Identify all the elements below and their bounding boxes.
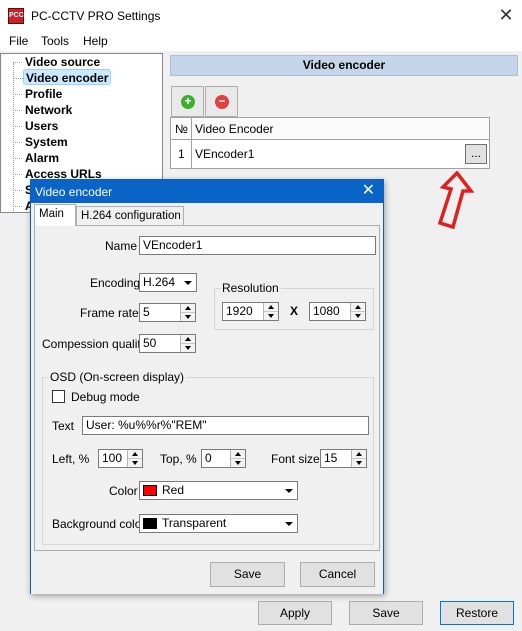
tree-item-network[interactable]: Network	[12, 102, 74, 118]
background-color-value: Transparent	[162, 516, 227, 530]
top-percent-label: Top, %	[160, 452, 197, 466]
tree-item-alarm[interactable]: Alarm	[12, 150, 61, 166]
spin-arrows-icon[interactable]	[351, 450, 366, 467]
left-percent-label: Left, %	[52, 452, 90, 466]
name-label: Name	[105, 239, 138, 253]
spin-arrows-icon[interactable]	[127, 450, 142, 467]
osd-text-input[interactable]: User: %u%%r%"REM"	[82, 416, 369, 435]
minus-circle-icon: −	[215, 95, 229, 109]
dialog-title-bar: Video encoder ✕	[31, 180, 383, 203]
column-header-video-encoder: Video Encoder	[195, 122, 274, 136]
resolution-width-value: 1920	[226, 304, 253, 318]
video-encoder-dialog: Video encoder ✕ Main H.264 configuration…	[30, 179, 384, 594]
resolution-legend: Resolution	[220, 281, 281, 295]
osd-group: OSD (On-screen display) Debug mode Text …	[42, 370, 374, 545]
debug-mode-checkbox[interactable]	[52, 390, 65, 403]
quality-value: 50	[143, 336, 157, 350]
plus-circle-icon: +	[181, 95, 195, 109]
spin-arrows-icon[interactable]	[180, 335, 195, 352]
resolution-width-spinner[interactable]: 1920	[222, 302, 279, 321]
tree-connector-lines	[13, 63, 14, 211]
top-percent-spinner[interactable]: 0	[201, 449, 246, 468]
color-swatch	[143, 485, 157, 496]
text-label: Text	[52, 419, 75, 433]
menu-help[interactable]: Help	[83, 34, 108, 48]
window-title: PC-CCTV PRO Settings	[31, 9, 161, 23]
spin-arrows-icon[interactable]	[350, 303, 365, 320]
tree-item-video-encoder[interactable]: Video encoder	[13, 69, 112, 85]
osd-legend: OSD (On-screen display)	[48, 370, 187, 384]
tab-h264-configuration[interactable]: H.264 configuration	[76, 206, 184, 226]
quality-label: Compession quality	[42, 337, 147, 351]
menu-bar: File Tools Help	[0, 31, 522, 51]
color-label: Color	[109, 484, 138, 498]
resolution-group: Resolution 1920 X 1080	[214, 281, 374, 330]
background-color-label: Background color	[52, 517, 146, 531]
apply-button[interactable]: Apply	[258, 601, 332, 625]
dialog-save-button[interactable]: Save	[210, 562, 285, 587]
top-percent-value: 0	[205, 451, 212, 465]
left-percent-spinner[interactable]: 100	[98, 449, 143, 468]
column-divider	[191, 118, 192, 168]
edit-encoder-button[interactable]: ...	[465, 144, 487, 164]
spin-arrows-icon[interactable]	[230, 450, 245, 467]
background-color-select[interactable]: Transparent	[139, 514, 298, 533]
dialog-close-icon[interactable]: ✕	[362, 181, 375, 201]
column-header-number: №	[175, 122, 188, 136]
table-header: № Video Encoder	[171, 118, 489, 140]
table-row-name[interactable]: VEncoder1	[195, 147, 254, 161]
left-percent-value: 100	[102, 451, 123, 465]
add-encoder-button[interactable]: +	[171, 86, 204, 117]
window-close-icon[interactable]: ✕	[490, 0, 522, 31]
window-title-bar: PCC PC-CCTV PRO Settings ✕	[0, 0, 522, 31]
remove-encoder-button[interactable]: −	[205, 86, 238, 117]
frame-rate-value: 5	[143, 305, 150, 319]
font-size-value: 15	[324, 451, 338, 465]
table-row-number: 1	[178, 147, 185, 161]
app-logo-icon: PCC	[8, 8, 24, 24]
annotation-arrow-icon	[437, 171, 474, 230]
main-tab-panel: Name VEncoder1 Encoding H.264 Frame rate…	[34, 225, 380, 551]
tree-item-system[interactable]: System	[13, 134, 70, 150]
menu-tools[interactable]: Tools	[41, 34, 69, 48]
chevron-down-icon	[180, 274, 196, 291]
dialog-title: Video encoder	[35, 185, 113, 199]
debug-mode-label: Debug mode	[71, 390, 140, 404]
color-value: Red	[162, 483, 185, 497]
tree-item-profile[interactable]: Profile	[12, 86, 64, 102]
frame-rate-spinner[interactable]: 5	[139, 303, 196, 322]
menu-file[interactable]: File	[9, 34, 28, 48]
resolution-x-label: X	[290, 304, 299, 318]
spin-arrows-icon[interactable]	[263, 303, 278, 320]
tab-main[interactable]: Main	[34, 204, 76, 226]
encoding-value: H.264	[143, 275, 176, 289]
panel-header: Video encoder	[170, 55, 518, 76]
resolution-height-spinner[interactable]: 1080	[309, 302, 366, 321]
font-size-spinner[interactable]: 15	[320, 449, 367, 468]
encoder-table: № Video Encoder 1 VEncoder1 ...	[170, 117, 490, 169]
spin-arrows-icon[interactable]	[180, 304, 195, 321]
tree-item-users[interactable]: Users	[12, 118, 60, 134]
encoding-select[interactable]: H.264	[139, 273, 197, 292]
save-button[interactable]: Save	[349, 601, 423, 625]
tree-item-video-source[interactable]: Video source	[12, 54, 102, 70]
resolution-height-value: 1080	[313, 304, 340, 318]
name-input[interactable]: VEncoder1	[139, 236, 376, 255]
restore-button[interactable]: Restore	[440, 601, 514, 625]
color-select[interactable]: Red	[139, 481, 298, 500]
font-size-label: Font size	[271, 452, 320, 466]
quality-spinner[interactable]: 50	[139, 334, 196, 353]
chevron-down-icon	[281, 515, 297, 532]
encoding-label: Encoding	[90, 276, 141, 290]
frame-rate-label: Frame rate	[80, 306, 139, 320]
dialog-cancel-button[interactable]: Cancel	[300, 562, 375, 587]
chevron-down-icon	[281, 482, 297, 499]
background-color-swatch	[143, 518, 157, 529]
